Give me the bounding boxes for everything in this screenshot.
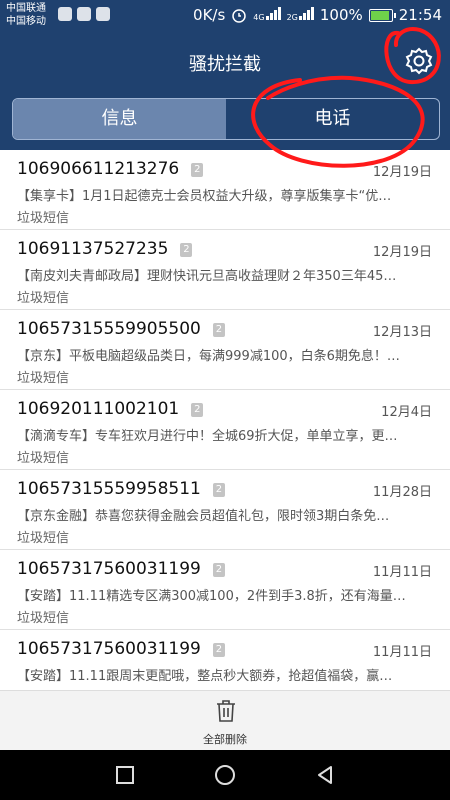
home-icon[interactable] <box>214 764 236 786</box>
segmented-tabs: 信息 电话 <box>12 98 440 140</box>
gallery-icon <box>77 7 91 21</box>
sender-number: 106920111002101 2 <box>17 399 204 419</box>
tab-calls[interactable]: 电话 <box>226 99 439 139</box>
message-type: 垃圾短信 <box>17 611 70 626</box>
list-item[interactable]: 106906611213276 2 12月19日 【集享卡】1月1日起德克士会员权… <box>0 150 450 230</box>
signal-2: 2G <box>287 6 314 24</box>
sender-number: 10657315559958511 2 <box>17 479 225 499</box>
message-count-badge: 2 <box>212 483 225 497</box>
alarm-icon <box>232 9 247 23</box>
trash-icon <box>217 700 235 722</box>
message-preview: 【集享卡】1月1日起德克士会员权益大升级，尊享版集享卡“优… <box>17 189 392 204</box>
list-item[interactable]: 10657315559905500 2 12月13日 【京东】平板电脑超级品类日，… <box>0 310 450 390</box>
status-right: 0K/s 4G 2G 100% 21:54 <box>193 6 442 24</box>
carrier-info: 中国联通 中国移动 <box>6 2 46 28</box>
sender-number: 10657317560031199 2 <box>17 559 225 579</box>
message-count-badge: 2 <box>212 323 225 337</box>
list-item[interactable]: 10657317560031199 2 11月11日 【安踏】11.11精选专区满… <box>0 550 450 630</box>
sender-number: 10657315559905500 2 <box>17 319 225 339</box>
message-date: 11月11日 <box>372 645 432 660</box>
signal-1: 4G <box>253 6 281 24</box>
tab-bar: 信息 电话 <box>0 90 450 150</box>
delete-all-button[interactable]: 全部删除 <box>175 691 275 751</box>
gear-icon[interactable] <box>404 46 434 76</box>
system-nav-bar <box>0 750 450 800</box>
message-date: 12月19日 <box>372 165 432 180</box>
message-date: 11月11日 <box>372 565 432 580</box>
message-type: 垃圾短信 <box>17 531 70 546</box>
tab-messages[interactable]: 信息 <box>13 99 226 139</box>
sender-number: 10657317560031199 2 <box>17 639 225 659</box>
list-item[interactable]: 10657317560031199 2 11月11日 【安踏】11.11跟周末更配… <box>0 630 450 690</box>
status-bar: 中国联通 中国移动 0K/s 4G 2G 100% 21:54 <box>0 0 450 32</box>
message-preview: 【安踏】11.11精选专区满300减100，2件到手3.8折，还有海量… <box>17 589 406 604</box>
carrier-2: 中国移动 <box>6 16 46 27</box>
notification-icons <box>58 7 110 21</box>
message-count-badge: 2 <box>191 403 204 417</box>
message-type: 垃圾短信 <box>17 291 70 306</box>
message-preview: 【南皮刘夫青邮政局】理财快讯元旦高收益理财２年350三年45… <box>17 269 397 284</box>
play-store-icon <box>96 7 110 21</box>
notification-icon <box>58 7 72 21</box>
message-date: 12月19日 <box>372 245 432 260</box>
message-date: 11月28日 <box>372 485 432 500</box>
message-type: 垃圾短信 <box>17 451 70 466</box>
page-title: 骚扰拦截 <box>189 54 261 75</box>
message-count-badge: 2 <box>191 163 204 177</box>
message-date: 12月13日 <box>372 325 432 340</box>
battery-icon <box>368 8 396 22</box>
clock: 21:54 <box>398 6 442 24</box>
carrier-1: 中国联通 <box>6 3 46 14</box>
bottom-action-bar: 全部删除 <box>0 690 450 751</box>
recent-apps-icon[interactable] <box>115 765 135 785</box>
list-item[interactable]: 10657315559958511 2 11月28日 【京东金融】恭喜您获得金融会… <box>0 470 450 550</box>
message-type: 垃圾短信 <box>17 211 70 226</box>
network-speed: 0K/s <box>193 6 226 24</box>
message-date: 12月4日 <box>381 405 432 420</box>
back-icon[interactable] <box>315 765 335 785</box>
message-preview: 【安踏】11.11跟周末更配哦，整点秒大额券，抢超值福袋，赢… <box>17 669 393 684</box>
message-count-badge: 2 <box>180 243 193 257</box>
message-type: 垃圾短信 <box>17 371 70 386</box>
message-count-badge: 2 <box>212 643 225 657</box>
blocked-message-list[interactable]: 106906611213276 2 12月19日 【集享卡】1月1日起德克士会员权… <box>0 150 450 690</box>
delete-all-label: 全部删除 <box>203 733 247 746</box>
battery-percent: 100% <box>319 6 363 24</box>
message-preview: 【京东】平板电脑超级品类日，每满999减100，白条6期免息！… <box>17 349 400 364</box>
sender-number: 10691137527235 2 <box>17 239 193 259</box>
list-item[interactable]: 106920111002101 2 12月4日 【滴滴专车】专车狂欢月进行中！全城… <box>0 390 450 470</box>
app-header: 骚扰拦截 <box>0 32 450 90</box>
message-preview: 【京东金融】恭喜您获得金融会员超值礼包，限时领3期白条免… <box>17 509 390 524</box>
message-preview: 【滴滴专车】专车狂欢月进行中！全城69折大促，单单立享，更… <box>17 429 398 444</box>
list-item[interactable]: 10691137527235 2 12月19日 【南皮刘夫青邮政局】理财快讯元旦高… <box>0 230 450 310</box>
message-count-badge: 2 <box>212 563 225 577</box>
sender-number: 106906611213276 2 <box>17 159 204 179</box>
